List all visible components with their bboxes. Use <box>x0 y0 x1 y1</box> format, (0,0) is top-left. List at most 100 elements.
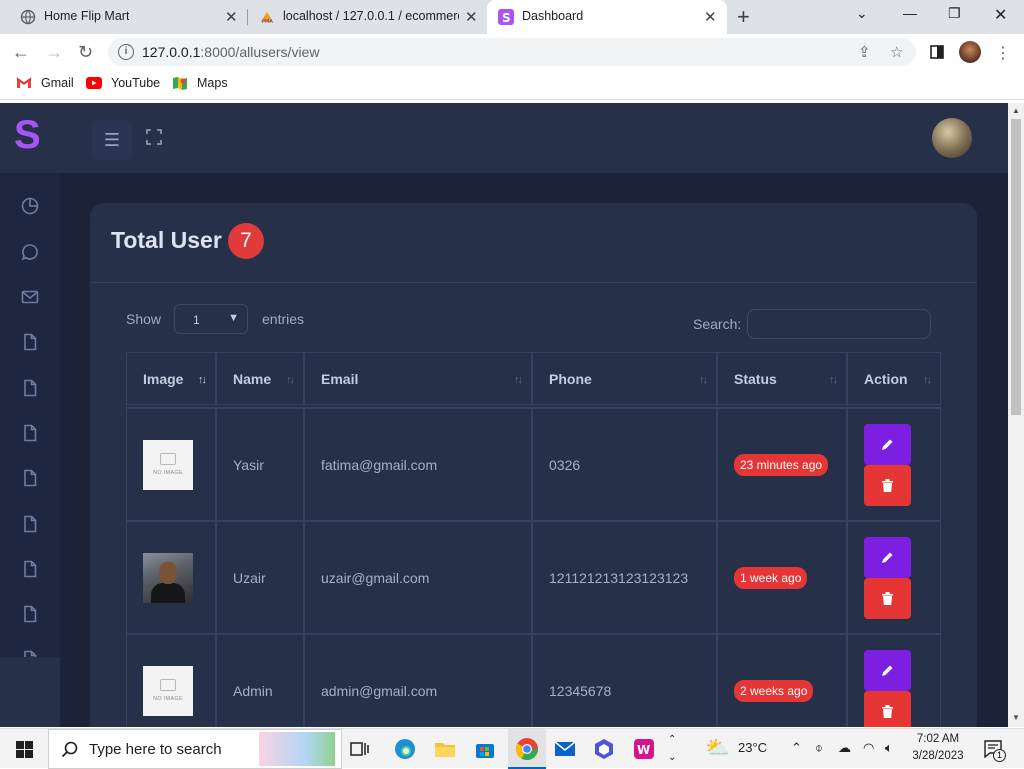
sidebar-file-icon[interactable] <box>21 379 39 397</box>
entries-value: 1 <box>193 313 200 327</box>
clock-date: 3/28/2023 <box>912 750 964 762</box>
sort-icon: ↑↓ <box>699 374 708 386</box>
user-image-placeholder: NO IMAGE <box>143 439 193 490</box>
bookmark-label: YouTube <box>111 76 161 90</box>
column-header-status[interactable]: Status ↑↓ <box>717 352 847 408</box>
dashboard-app: S ☰ Total User 7 Show 1 ▼ entries Search… <box>0 103 1008 727</box>
bookmark-maps[interactable]: Maps <box>172 76 228 90</box>
delete-button[interactable] <box>864 577 911 619</box>
mail-app-icon[interactable] <box>554 738 576 760</box>
side-panel-icon[interactable] <box>930 45 944 59</box>
column-header-action[interactable]: Action ↑↓ <box>847 352 941 408</box>
browser-tab-phpmyadmin[interactable]: PMA localhost / 127.0.0.1 / ecommerc ✕ <box>248 0 486 34</box>
taskbar-scroll-icon[interactable]: ⌃ ⌄ <box>668 731 676 767</box>
sort-icon: ↑↓ <box>286 374 295 386</box>
maps-icon <box>173 77 187 90</box>
column-header-image[interactable]: Image ↑↓ <box>126 352 216 408</box>
bookmark-star-icon[interactable]: ☆ <box>890 43 903 61</box>
scrollbar-thumb[interactable] <box>1011 119 1021 415</box>
sidebar-file-icon[interactable] <box>21 515 39 533</box>
weather-temperature[interactable]: 23°C <box>738 740 767 755</box>
sidebar-file-icon[interactable] <box>21 605 39 623</box>
meet-now-icon[interactable]: ⌽ <box>815 740 823 756</box>
sort-icon: ↑↓ <box>829 374 838 386</box>
status-badge: 1 week ago <box>734 566 808 589</box>
delete-button[interactable] <box>864 690 911 727</box>
scroll-down-icon[interactable]: ▼ <box>1012 713 1020 722</box>
forward-icon[interactable]: → <box>45 42 63 63</box>
browser-tab-dashboard[interactable]: S Dashboard ✕ <box>487 0 727 34</box>
site-info-icon[interactable]: i <box>118 44 134 60</box>
wamp-icon[interactable]: W <box>633 738 655 760</box>
column-header-email[interactable]: Email ↑↓ <box>304 352 532 408</box>
chrome-menu-icon[interactable]: ⋮ <box>995 43 1011 63</box>
chrome-taskbar-active[interactable] <box>508 729 546 769</box>
user-phone: 0326 <box>532 408 717 521</box>
show-hidden-icons[interactable]: ⌃ <box>791 740 802 756</box>
user-email: fatima@gmail.com <box>304 408 532 521</box>
search-label: Search: <box>693 316 742 332</box>
browser-tab-home-flip-mart[interactable]: Home Flip Mart ✕ <box>0 0 246 34</box>
task-view-icon[interactable] <box>348 738 370 760</box>
pencil-icon <box>882 552 893 563</box>
windows-start-icon[interactable] <box>16 741 33 758</box>
scroll-up-icon[interactable]: ▲ <box>1012 106 1020 115</box>
page-scrollbar[interactable]: ▲ ▼ <box>1008 103 1024 727</box>
user-name: Admin <box>216 634 304 727</box>
column-header-phone[interactable]: Phone ↑↓ <box>532 352 717 408</box>
sidebar-file-icon[interactable] <box>21 560 39 578</box>
clock-time: 7:02 AM <box>916 733 960 745</box>
close-tab-icon[interactable]: ✕ <box>225 8 238 26</box>
system-clock[interactable]: 7:02 AM 3/28/2023 <box>912 731 964 765</box>
show-label: Show <box>126 311 162 327</box>
status-badge: 23 minutes ago <box>734 453 829 476</box>
hamburger-menu-icon[interactable]: ☰ <box>92 120 132 160</box>
sidebar-file-icon[interactable] <box>21 424 39 442</box>
sidebar-file-icon[interactable] <box>21 469 39 487</box>
user-phone: 121121213123123123 <box>532 521 717 634</box>
user-avatar[interactable] <box>932 118 972 158</box>
user-phone: 12345678 <box>532 634 717 727</box>
omnibox[interactable]: i 127.0.0.1:8000/allusers/view ⇪ ☆ <box>108 38 916 66</box>
sidebar-mail-icon[interactable] <box>21 288 39 306</box>
edit-button[interactable] <box>864 536 911 578</box>
weather-icon[interactable]: ⛅ <box>705 735 730 760</box>
close-tab-icon[interactable]: ✕ <box>465 8 478 26</box>
file-explorer-icon[interactable] <box>434 738 456 760</box>
share-icon[interactable]: ⇪ <box>858 43 871 61</box>
svg-text:W: W <box>637 743 650 757</box>
column-header-name[interactable]: Name ↑↓ <box>216 352 304 408</box>
app-logo[interactable]: S <box>14 115 46 155</box>
close-tab-icon[interactable]: ✕ <box>704 8 717 26</box>
entries-select[interactable]: 1 ▼ <box>174 304 248 334</box>
onedrive-icon[interactable]: ☁ <box>838 740 851 756</box>
sidebar-dashboard-pie-icon[interactable] <box>21 197 39 215</box>
wifi-icon[interactable]: ◠ <box>863 740 874 756</box>
url-text[interactable]: 127.0.0.1:8000/allusers/view <box>142 44 319 60</box>
back-icon[interactable]: ← <box>12 42 30 63</box>
sidebar-chat-icon[interactable] <box>21 243 39 261</box>
microsoft-store-icon[interactable] <box>474 738 496 760</box>
sidebar-file-icon[interactable] <box>21 333 39 351</box>
edge-icon[interactable] <box>394 738 416 760</box>
tab-search-icon[interactable]: ⌄ <box>856 5 868 22</box>
search-input[interactable] <box>747 309 931 339</box>
bookmark-gmail[interactable]: Gmail <box>16 76 74 90</box>
restore-icon[interactable]: ❐ <box>948 5 961 22</box>
delete-button[interactable] <box>864 464 911 506</box>
bookmark-youtube[interactable]: YouTube <box>86 76 160 90</box>
minimize-icon[interactable]: — <box>903 5 917 21</box>
profile-avatar[interactable] <box>959 41 981 63</box>
reload-icon[interactable]: ↻ <box>78 42 93 63</box>
copilot-app-icon[interactable] <box>593 738 615 760</box>
taskbar-search-box[interactable]: Type here to search <box>48 729 342 769</box>
fullscreen-icon[interactable] <box>146 129 162 145</box>
new-tab-icon[interactable]: + <box>737 4 750 30</box>
edit-button[interactable] <box>864 423 911 465</box>
svg-text:S: S <box>502 11 511 25</box>
trash-icon <box>882 591 893 605</box>
volume-icon[interactable]: 🔈︎ <box>885 740 893 756</box>
close-window-icon[interactable]: ✕ <box>994 5 1007 25</box>
edit-button[interactable] <box>864 649 911 691</box>
table-row: NO IMAGE Yasir fatima@gmail.com 0326 23 … <box>126 408 941 521</box>
